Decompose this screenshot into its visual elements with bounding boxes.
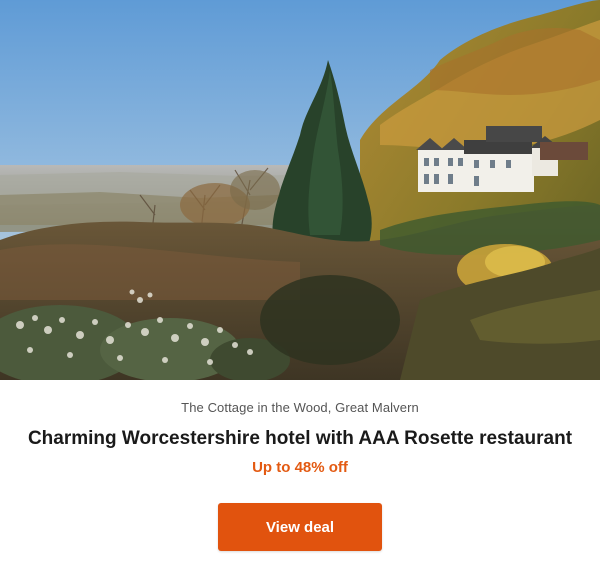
deal-title[interactable]: Charming Worcestershire hotel with AAA R… [0,428,600,450]
hero-image[interactable] [0,0,600,380]
deal-details: The Cottage in the Wood, Great Malvern C… [0,380,600,575]
discount-label: Up to 48% off [252,459,348,476]
landscape-photo [0,0,600,380]
deal-card: The Cottage in the Wood, Great Malvern C… [0,0,600,575]
view-deal-button[interactable]: View deal [218,503,382,551]
hotel-location: The Cottage in the Wood, Great Malvern [181,400,419,415]
